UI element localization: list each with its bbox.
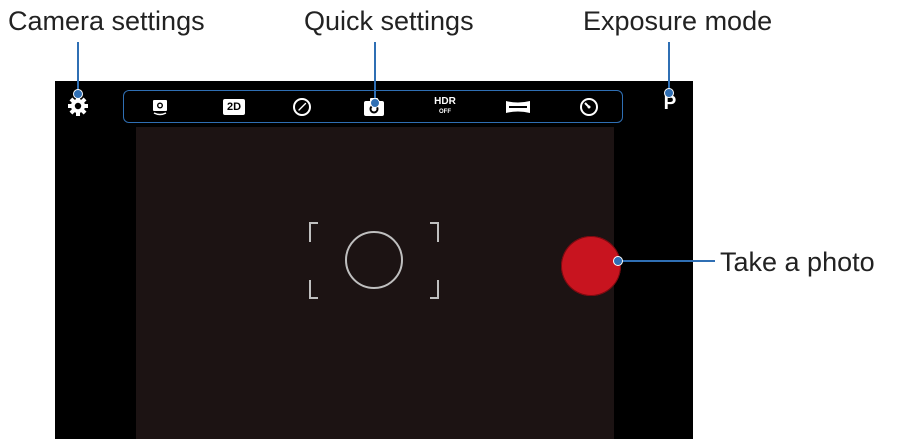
quick-settings-leader — [374, 42, 376, 102]
exposure-mode-leader-dot — [664, 88, 674, 98]
focus-frame-graphic — [309, 222, 439, 299]
hdr-label: HDR — [434, 96, 456, 107]
panorama-icon — [506, 101, 530, 113]
2d-mode-icon: 2D — [223, 99, 245, 115]
quick-setting-timer[interactable] — [577, 96, 601, 118]
quick-setting-effects[interactable] — [290, 96, 314, 118]
hdr-sublabel: OFF — [438, 109, 451, 115]
focus-frame — [308, 222, 440, 300]
self-shot-icon — [153, 100, 167, 116]
shutter-button[interactable] — [561, 236, 621, 296]
quick-setting-2d[interactable]: 2D — [222, 96, 246, 118]
quick-settings-callout: Quick settings — [304, 6, 474, 36]
take-photo-callout: Take a photo — [720, 247, 875, 277]
quick-setting-self-shot[interactable] — [148, 96, 172, 118]
take-photo-leader-dot — [613, 256, 623, 266]
exposure-mode-leader — [668, 42, 670, 92]
quick-settings-leader-dot — [370, 98, 380, 108]
timer-icon — [580, 98, 598, 116]
quick-setting-hdr[interactable]: HDR OFF — [433, 96, 457, 118]
hdr-icon: HDR OFF — [434, 96, 456, 116]
2d-mode-label: 2D — [226, 101, 242, 113]
camera-settings-leader-dot — [73, 89, 83, 99]
effects-icon — [293, 98, 311, 116]
take-photo-leader — [617, 260, 715, 262]
quick-setting-panorama[interactable] — [504, 96, 532, 118]
exposure-mode-callout: Exposure mode — [583, 6, 773, 36]
camera-settings-callout: Camera settings — [8, 6, 205, 36]
camera-settings-leader — [77, 42, 79, 92]
